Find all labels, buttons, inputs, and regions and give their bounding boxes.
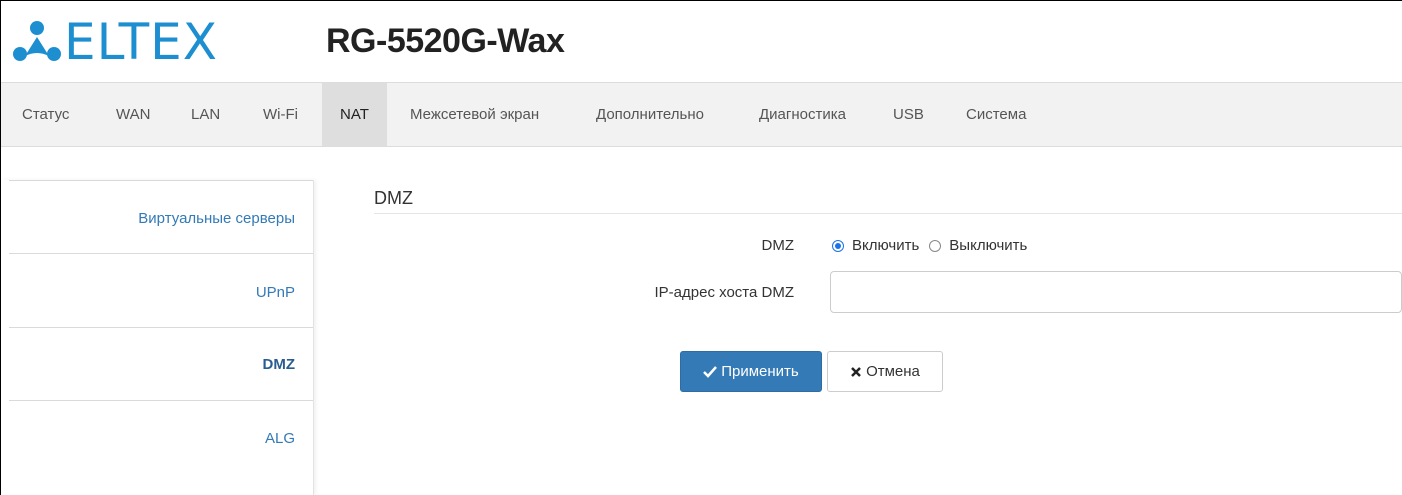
apply-button-label: Применить xyxy=(721,363,799,380)
dmz-enable-radio[interactable] xyxy=(832,239,844,252)
nav-item-wifi[interactable]: Wi-Fi xyxy=(263,83,298,146)
device-model-title: RG-5520G-Wax xyxy=(326,22,565,60)
dmz-host-ip-input[interactable] xyxy=(830,271,1402,313)
dmz-disable-label[interactable]: Выключить xyxy=(949,237,1027,254)
cancel-button-label: Отмена xyxy=(866,363,920,380)
top-navigation: Статус WAN LAN Wi-Fi NAT Межсетевой экра… xyxy=(1,82,1402,147)
close-icon xyxy=(851,366,861,377)
nav-item-firewall[interactable]: Межсетевой экран xyxy=(410,83,539,146)
dmz-label: DMZ xyxy=(761,237,795,254)
cancel-button[interactable]: Отмена xyxy=(827,351,943,392)
sidebar-item-virtual-servers[interactable]: Виртуальные серверы xyxy=(138,210,295,227)
dmz-radio-group: Включить Выключить xyxy=(832,237,1037,254)
dmz-disable-radio[interactable] xyxy=(929,239,942,252)
sidebar: Виртуальные серверы UPnP DMZ ALG xyxy=(1,180,314,495)
sidebar-divider xyxy=(9,400,313,401)
sidebar-item-alg[interactable]: ALG xyxy=(265,430,295,447)
nav-item-usb[interactable]: USB xyxy=(893,83,924,146)
nav-item-wan[interactable]: WAN xyxy=(116,83,150,146)
nav-item-advanced[interactable]: Дополнительно xyxy=(596,83,704,146)
dmz-enable-label[interactable]: Включить xyxy=(852,237,919,254)
sidebar-item-dmz[interactable]: DMZ xyxy=(263,356,296,373)
nav-item-status[interactable]: Статус xyxy=(22,83,69,146)
sidebar-divider xyxy=(9,253,313,254)
apply-button[interactable]: Применить xyxy=(680,351,822,392)
sidebar-divider xyxy=(9,180,313,181)
section-divider xyxy=(374,213,1402,214)
nav-item-nat[interactable]: NAT xyxy=(322,83,387,146)
logo-text: ELTEX xyxy=(64,13,218,71)
sidebar-divider xyxy=(9,327,313,328)
eltex-logo[interactable]: ELTEX xyxy=(12,13,218,71)
checkmark-icon xyxy=(703,365,718,378)
ip-address-label: IP-адрес хоста DMZ xyxy=(654,284,795,301)
nav-item-system[interactable]: Система xyxy=(966,83,1026,146)
nav-item-diagnostics[interactable]: Диагностика xyxy=(759,83,846,146)
section-title: DMZ xyxy=(374,188,413,208)
header: ELTEX RG-5520G-Wax xyxy=(0,0,1402,82)
sidebar-item-upnp[interactable]: UPnP xyxy=(256,284,295,301)
nav-item-lan[interactable]: LAN xyxy=(191,83,220,146)
logo-people-icon xyxy=(13,21,61,61)
